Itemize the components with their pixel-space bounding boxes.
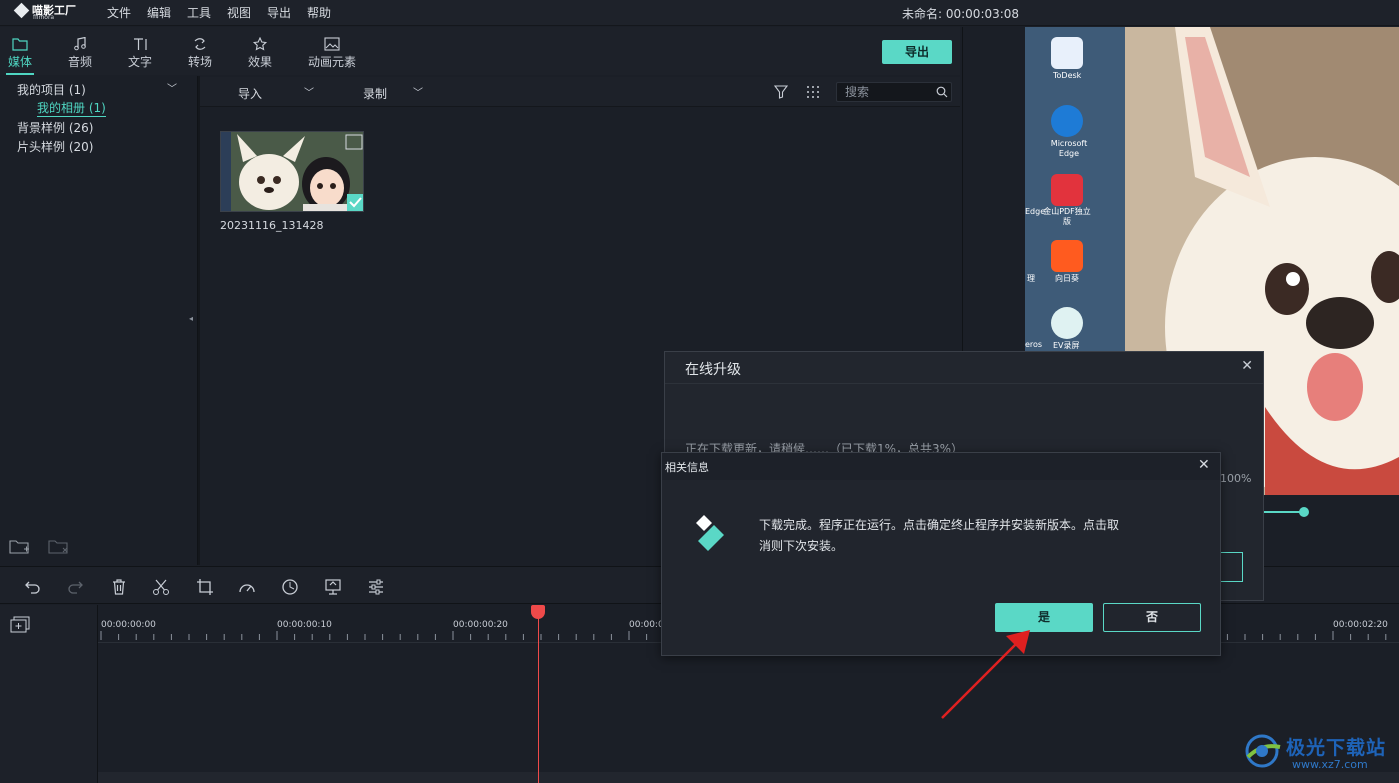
timeline-scrollbar[interactable] — [98, 772, 1399, 783]
project-title: 未命名: 00:00:03:08 — [902, 7, 1020, 21]
annotation-arrow-icon — [941, 630, 1030, 719]
desktop-icon-label: ToDesk — [1053, 71, 1082, 80]
desktop-icon-label: 理 — [1027, 274, 1035, 283]
upgrade-percent: 100% — [1220, 472, 1252, 485]
menu-view[interactable]: 视图 — [227, 4, 251, 21]
ev-recorder-icon — [1051, 307, 1083, 339]
menu-file[interactable]: 文件 — [107, 4, 131, 21]
playhead-handle[interactable] — [531, 605, 545, 619]
undo-icon[interactable] — [24, 578, 42, 596]
image-icon — [324, 37, 340, 51]
desktop-icon-label: 金山PDF独立版 — [1043, 207, 1091, 226]
todesk-icon — [1051, 37, 1083, 69]
watermark-logo-icon — [1245, 734, 1281, 768]
effects-icon — [252, 37, 268, 51]
tab-text[interactable]: 文字 — [120, 27, 160, 75]
tab-audio-label: 音频 — [67, 55, 92, 69]
library-tabbar: 媒体 音频 文字 转场 效果 动画元素 — [0, 27, 960, 75]
timecode-label: 00:00:02:20 — [1333, 620, 1388, 630]
collapse-arrow-icon[interactable]: ◂ — [189, 314, 193, 323]
search-input[interactable]: 搜索 — [836, 82, 952, 102]
preview-scrubber[interactable] — [1299, 507, 1309, 517]
delete-icon[interactable] — [110, 578, 128, 596]
filter-icon[interactable] — [774, 85, 788, 99]
text-icon — [134, 38, 147, 50]
app-logo: 喵影工厂 filmora — [13, 2, 82, 22]
app-subname: filmora — [33, 14, 55, 21]
add-track-icon[interactable] — [10, 616, 30, 634]
record-dropdown[interactable]: 录制 — [363, 85, 387, 102]
desktop-icon-label: 向日葵 — [1055, 274, 1079, 283]
color-icon[interactable] — [281, 578, 299, 596]
desktop-icon-label: Edge — [1025, 207, 1046, 216]
tree-my-album[interactable]: 我的相册 (1) — [37, 99, 106, 117]
music-note-icon — [74, 37, 86, 51]
tab-elements[interactable]: 动画元素 — [300, 27, 364, 75]
desktop-icon-label: eros — [1025, 340, 1043, 349]
tab-effects[interactable]: 效果 — [240, 27, 280, 75]
menu-help[interactable]: 帮助 — [307, 4, 331, 21]
delete-folder-icon[interactable] — [48, 538, 70, 556]
tab-media-label: 媒体 — [7, 55, 32, 69]
screen-icon[interactable] — [324, 578, 342, 596]
pdf-icon — [1051, 174, 1083, 206]
tab-media[interactable]: 媒体 — [0, 27, 40, 75]
playhead-line — [538, 605, 539, 783]
folder-icon — [12, 38, 28, 51]
speed-icon[interactable] — [238, 578, 256, 596]
menu-edit[interactable]: 编辑 — [147, 4, 171, 21]
media-item-name: 20231116_131428 — [220, 219, 324, 232]
media-thumbnail[interactable] — [220, 131, 364, 212]
tree-my-project[interactable]: 我的项目 (1) — [17, 81, 86, 98]
desktop-icon-label: Microsoft Edge — [1050, 139, 1088, 158]
edge-icon — [1051, 105, 1083, 137]
tab-elements-label: 动画元素 — [307, 55, 356, 69]
info-dialog-message: 下载完成。程序正在运行。点击确定终止程序并安装新版本。点击取消则下次安装。 — [759, 518, 1120, 553]
sunflower-icon — [1051, 240, 1083, 272]
close-icon[interactable]: ✕ — [1198, 457, 1210, 473]
filmora-logo-icon — [696, 515, 724, 551]
import-dropdown[interactable]: 导入 — [238, 85, 262, 102]
desktop-icon-label: EV录屏 — [1053, 341, 1080, 350]
redo-icon[interactable] — [66, 578, 84, 596]
no-button[interactable]: 否 — [1103, 603, 1201, 632]
info-dialog-titlebar — [662, 453, 1220, 480]
search-icon[interactable] — [936, 86, 948, 98]
chevron-down-icon[interactable]: ﹀ — [167, 80, 177, 95]
preview-progress — [1264, 511, 1304, 513]
timecode-label: 00:00:0 — [629, 620, 664, 630]
timecode-label: 00:00:00:00 — [101, 620, 156, 630]
export-button[interactable]: 导出 — [882, 40, 952, 64]
close-icon[interactable]: ✕ — [1241, 358, 1253, 374]
timecode-label: 00:00:00:20 — [453, 620, 508, 630]
search-placeholder: 搜索 — [845, 85, 870, 99]
tab-text-label: 文字 — [127, 55, 152, 69]
menu-export[interactable]: 导出 — [267, 4, 291, 21]
info-dialog-title: 相关信息 — [665, 461, 709, 474]
timecode-label: 00:00:00:10 — [277, 620, 332, 630]
tree-title-samples[interactable]: 片头样例 (20) — [17, 138, 93, 155]
upgrade-dialog-title: 在线升级 — [685, 362, 741, 378]
new-folder-icon[interactable] — [9, 538, 31, 556]
watermark: 极光下载站 www.xz7.com — [1242, 731, 1392, 773]
chevron-down-icon[interactable]: ﹀ — [413, 84, 423, 99]
watermark-url: www.xz7.com — [1292, 758, 1368, 771]
menu-tools[interactable]: 工具 — [187, 4, 211, 21]
cut-icon[interactable] — [152, 578, 170, 596]
tab-effects-label: 效果 — [247, 55, 272, 69]
chevron-down-icon[interactable]: ﹀ — [304, 84, 314, 99]
transition-icon — [194, 38, 206, 50]
tree-bg-samples[interactable]: 背景样例 (26) — [17, 119, 93, 136]
tab-transition[interactable]: 转场 — [180, 27, 220, 75]
crop-icon[interactable] — [196, 578, 214, 596]
thumbnail-image — [221, 132, 363, 211]
tab-transition-label: 转场 — [187, 55, 212, 69]
adjust-icon[interactable] — [367, 578, 385, 596]
watermark-title: 极光下载站 — [1286, 737, 1387, 759]
tab-audio[interactable]: 音频 — [60, 27, 100, 75]
menubar: 喵影工厂 filmora 文件 编辑 工具 视图 导出 帮助 未命名: 00:0… — [0, 0, 1399, 26]
grid-view-icon[interactable] — [806, 85, 820, 99]
